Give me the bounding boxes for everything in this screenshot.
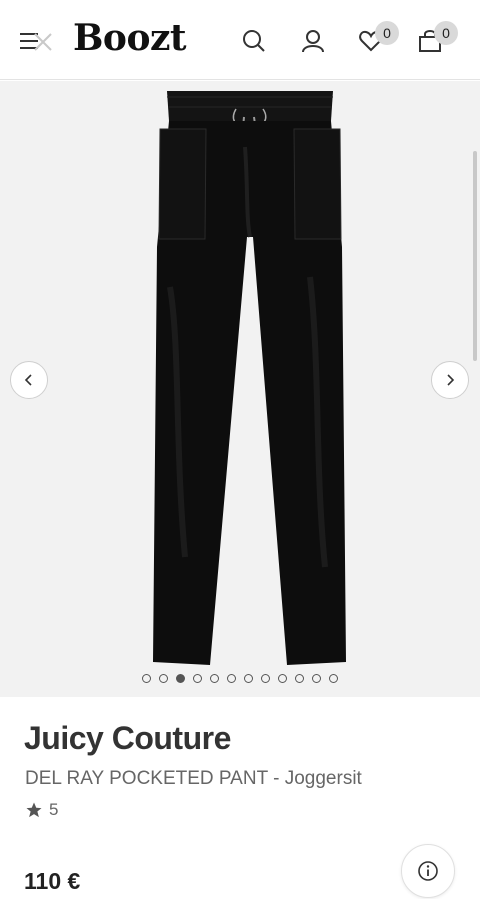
gallery-dot[interactable]	[193, 674, 202, 683]
product-brand[interactable]: Juicy Couture	[24, 720, 231, 757]
star-icon	[26, 802, 42, 818]
info-button[interactable]	[401, 844, 455, 898]
gallery-dot[interactable]	[227, 674, 236, 683]
gallery-dot[interactable]	[261, 674, 270, 683]
gallery-dot[interactable]	[210, 674, 219, 683]
chevron-left-icon	[24, 374, 32, 386]
product-image	[153, 91, 346, 665]
search-icon[interactable]	[241, 28, 267, 54]
gallery-dot[interactable]	[176, 674, 185, 683]
product-price: 110 €	[24, 868, 81, 894]
info-icon	[418, 861, 438, 881]
previous-image-button[interactable]	[10, 361, 48, 399]
gallery-pagination	[0, 674, 480, 683]
gallery-dot[interactable]	[142, 674, 151, 683]
wishlist-count-badge: 0	[375, 21, 399, 45]
boozt-logo[interactable]: Boozt	[73, 17, 187, 59]
user-icon[interactable]	[300, 28, 326, 54]
page-scrollbar[interactable]	[473, 151, 477, 361]
product-image-gallery[interactable]	[0, 81, 480, 697]
cart-count-badge: 0	[434, 21, 458, 45]
product-rating[interactable]: 5	[25, 800, 58, 820]
menu-icon[interactable]	[18, 28, 56, 56]
product-name: DEL RAY POCKETED PANT - Joggersit	[25, 768, 362, 789]
top-header: Boozt 0 0	[0, 0, 480, 80]
rating-value: 5	[49, 800, 59, 819]
chevron-right-icon	[447, 374, 455, 386]
next-image-button[interactable]	[431, 361, 469, 399]
gallery-dot[interactable]	[159, 674, 168, 683]
gallery-dot[interactable]	[244, 674, 253, 683]
gallery-dot[interactable]	[295, 674, 304, 683]
gallery-dot[interactable]	[329, 674, 338, 683]
gallery-dot[interactable]	[312, 674, 321, 683]
gallery-dot[interactable]	[278, 674, 287, 683]
